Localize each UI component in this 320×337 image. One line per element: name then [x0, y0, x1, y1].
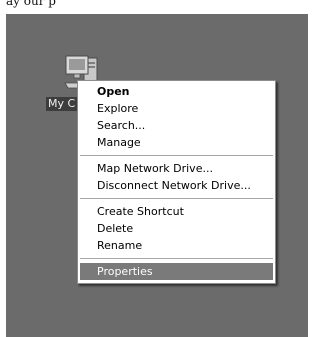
my-computer-label: My C	[46, 97, 78, 111]
desktop[interactable]: My C Open Explore Search... Manage Map Netwo…	[6, 14, 308, 337]
menu-item-create-shortcut[interactable]: Create Shortcut	[78, 203, 275, 220]
menu-item-map-network-drive[interactable]: Map Network Drive...	[78, 160, 275, 177]
menu-item-open[interactable]: Open	[78, 83, 275, 100]
menu-item-manage[interactable]: Manage	[78, 134, 275, 151]
cropped-caption-text: ay our p	[6, 0, 56, 8]
menu-item-explore[interactable]: Explore	[78, 100, 275, 117]
menu-item-disconnect-network-drive[interactable]: Disconnect Network Drive...	[78, 177, 275, 194]
menu-separator	[80, 258, 273, 259]
menu-separator	[80, 198, 273, 199]
menu-item-rename[interactable]: Rename	[78, 237, 275, 254]
menu-item-search[interactable]: Search...	[78, 117, 275, 134]
menu-item-delete[interactable]: Delete	[78, 220, 275, 237]
screenshot-page: ay our p My C Open Explore Search... Manage…	[0, 0, 312, 337]
menu-separator	[80, 155, 273, 156]
menu-item-properties[interactable]: Properties	[80, 263, 273, 280]
context-menu: Open Explore Search... Manage Map Network Dr…	[77, 80, 276, 284]
